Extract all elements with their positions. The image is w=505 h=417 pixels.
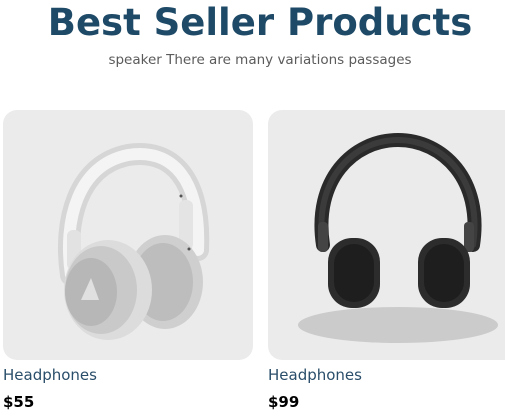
section-subtitle: speaker There are many variations passag… [108,52,412,68]
product-price: $99 [268,393,300,411]
product-card[interactable]: Headphones $55 [3,110,253,411]
product-name[interactable]: Headphones [3,366,97,384]
product-image[interactable] [3,110,253,360]
product-image[interactable] [268,110,505,360]
white-headphones-icon [57,143,210,340]
product-price: $55 [3,393,35,411]
product-card[interactable]: Headphones $99 [268,110,505,411]
product-name[interactable]: Headphones [268,366,362,384]
section-title: Best Seller Products [47,1,473,44]
black-headphones-icon [298,132,498,343]
